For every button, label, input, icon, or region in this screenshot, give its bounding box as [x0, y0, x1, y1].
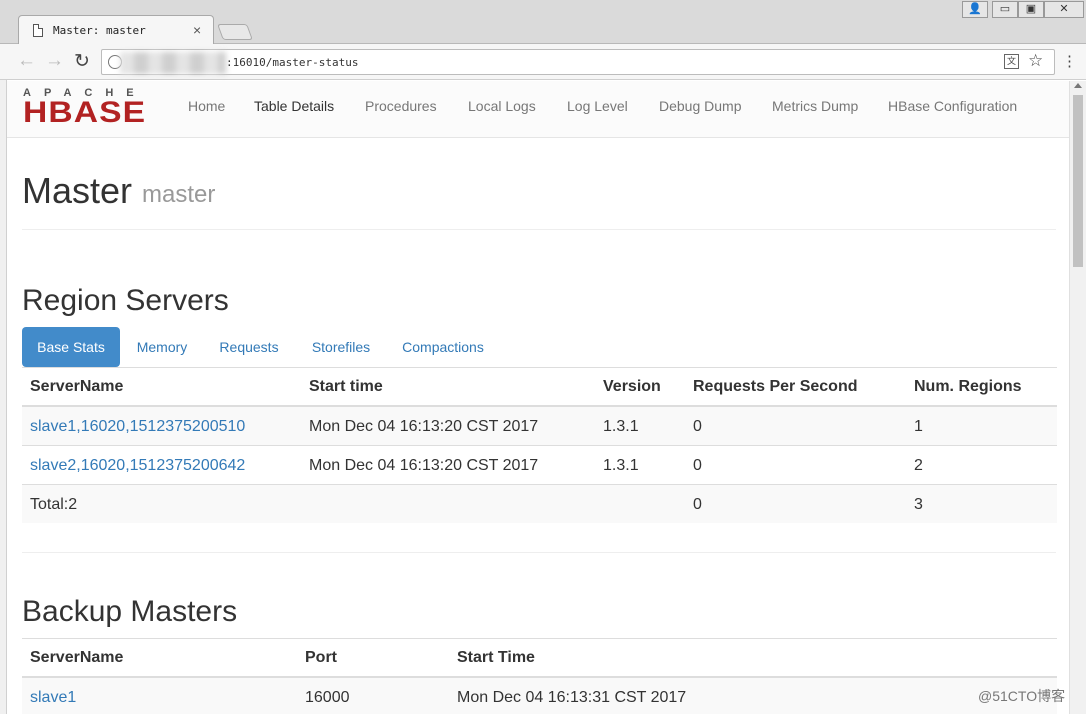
page-subtitle: master: [142, 181, 216, 208]
bookmark-star-icon[interactable]: ☆: [1028, 51, 1043, 71]
browser-menu-icon[interactable]: ⋮: [1062, 52, 1077, 70]
total-rps: 0: [693, 496, 702, 513]
window-edge: [0, 80, 7, 714]
page-scrollbar[interactable]: [1069, 81, 1086, 714]
scroll-up-arrow-icon[interactable]: [1074, 83, 1082, 88]
cell-rps: 0: [693, 457, 702, 474]
cell-port: 16000: [305, 689, 350, 706]
backup-masters-heading: Backup Masters: [22, 595, 238, 628]
minimize-button[interactable]: ▭: [992, 1, 1018, 18]
translate-icon[interactable]: 文: [1004, 54, 1019, 69]
nav-local-logs[interactable]: Local Logs: [468, 98, 536, 114]
column-header-version: Version: [603, 378, 661, 395]
back-arrow-icon[interactable]: ←: [17, 50, 36, 72]
nav-debug-dump[interactable]: Debug Dump: [659, 98, 742, 114]
nav-procedures[interactable]: Procedures: [365, 98, 437, 114]
nav-metrics-dump[interactable]: Metrics Dump: [772, 98, 858, 114]
tab-close-icon[interactable]: ×: [193, 22, 201, 38]
tab-title: Master: master: [53, 24, 146, 37]
cell-regions: 2: [914, 457, 923, 474]
hbase-logo[interactable]: APACHE HBASE: [23, 88, 161, 128]
column-header-start-time: Start Time: [457, 649, 535, 666]
column-header-servername: ServerName: [30, 649, 124, 666]
close-window-button[interactable]: ✕: [1044, 1, 1084, 18]
column-header-start-time: Start time: [309, 378, 383, 395]
user-icon[interactable]: 👤: [962, 1, 988, 18]
url-text[interactable]: :16010/master-status: [226, 56, 358, 69]
address-bar[interactable]: :16010/master-status 文 ☆: [101, 49, 1055, 75]
region-servers-heading: Region Servers: [22, 284, 229, 317]
cell-start-time: Mon Dec 04 16:13:20 CST 2017: [309, 418, 539, 435]
column-header-port: Port: [305, 649, 337, 666]
maximize-button[interactable]: ▣: [1018, 1, 1044, 18]
server-link[interactable]: slave2,16020,1512375200642: [30, 457, 245, 475]
browser-tab-strip: Master: master × 👤 ▭ ▣ ✕: [0, 0, 1086, 45]
table-border: [22, 367, 1057, 368]
table-border: [22, 638, 1057, 639]
cell-start-time: Mon Dec 04 16:13:20 CST 2017: [309, 457, 539, 474]
watermark: @51CTO博客: [978, 688, 1066, 704]
cell-version: 1.3.1: [603, 418, 639, 435]
browser-toolbar: ← → ↻ :16010/master-status 文 ☆ ⋮: [0, 44, 1086, 80]
divider: [22, 229, 1056, 230]
cell-version: 1.3.1: [603, 457, 639, 474]
tab-compactions[interactable]: Compactions: [389, 327, 497, 367]
reload-icon[interactable]: ↻: [74, 50, 90, 73]
column-header-num-regions: Num. Regions: [914, 378, 1022, 395]
divider: [22, 552, 1056, 553]
redacted-host: [120, 52, 226, 74]
total-regions: 3: [914, 496, 923, 513]
nav-table-details[interactable]: Table Details: [254, 98, 334, 114]
page-title: Master: [22, 170, 133, 211]
scroll-thumb[interactable]: [1073, 95, 1083, 267]
nav-log-level[interactable]: Log Level: [567, 98, 628, 114]
new-tab-button[interactable]: [217, 24, 253, 40]
tab-storefiles[interactable]: Storefiles: [297, 327, 385, 367]
cell-start-time: Mon Dec 04 16:13:31 CST 2017: [457, 689, 687, 706]
server-link[interactable]: slave1,16020,1512375200510: [30, 418, 245, 436]
cell-regions: 1: [914, 418, 923, 435]
column-header-servername: ServerName: [30, 378, 124, 395]
nav-hbase-configuration[interactable]: HBase Configuration: [888, 98, 1017, 114]
forward-arrow-icon[interactable]: →: [45, 50, 64, 72]
column-header-requests-per-second: Requests Per Second: [693, 378, 858, 395]
table-row-total: [22, 485, 1057, 523]
page-icon: [33, 24, 43, 37]
backup-server-link[interactable]: slave1: [30, 689, 76, 707]
total-label: Total:2: [30, 496, 78, 513]
tab-requests[interactable]: Requests: [205, 327, 293, 367]
logo-hbase-text: HBASE: [23, 96, 147, 129]
top-navbar: APACHE HBASE Home Table Details Procedur…: [7, 81, 1069, 138]
browser-tab[interactable]: Master: master ×: [18, 15, 214, 45]
nav-home[interactable]: Home: [188, 98, 225, 114]
tab-base-stats[interactable]: Base Stats: [22, 327, 120, 367]
cell-rps: 0: [693, 418, 702, 435]
tab-memory[interactable]: Memory: [123, 327, 201, 367]
